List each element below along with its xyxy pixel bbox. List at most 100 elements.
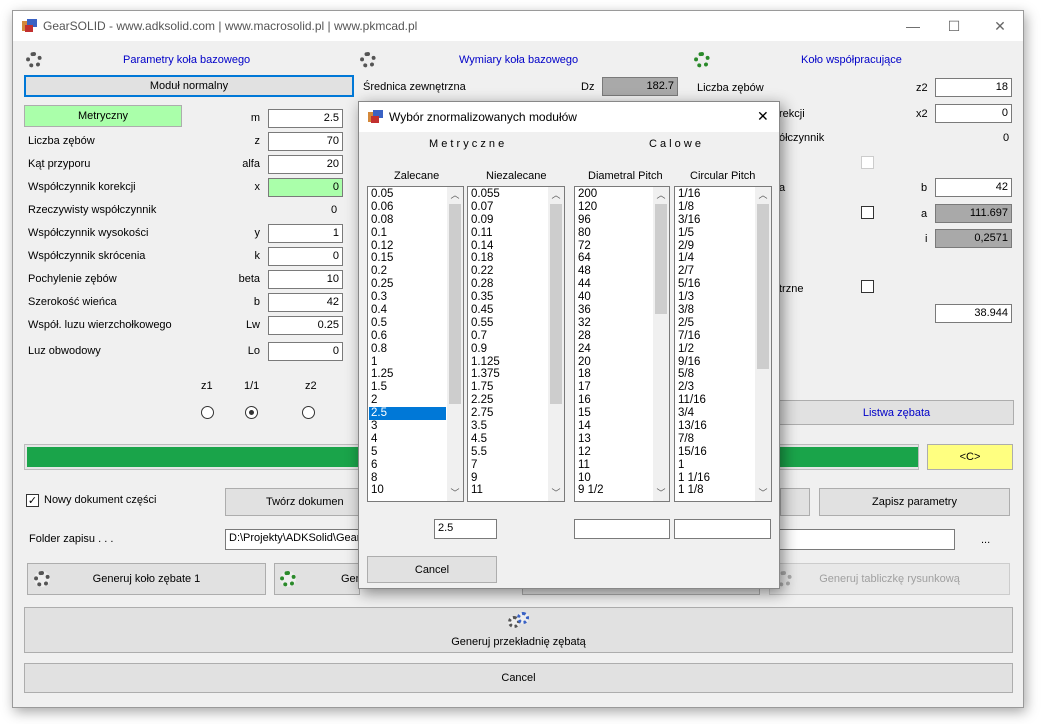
list-item[interactable]: 7 xyxy=(469,459,547,472)
list-item[interactable]: 40 xyxy=(576,291,652,304)
metric-module-input[interactable]: 2.5 xyxy=(434,519,497,539)
param-value[interactable]: 0 xyxy=(268,342,343,361)
list-item[interactable]: 0.11 xyxy=(469,227,547,240)
list-item[interactable]: 9/16 xyxy=(676,356,754,369)
list-item[interactable]: 6 xyxy=(369,459,446,472)
list-item[interactable]: 0.9 xyxy=(469,343,547,356)
list-item[interactable]: 0.35 xyxy=(469,291,547,304)
list-item[interactable]: 1.5 xyxy=(369,381,446,394)
modul-normalny-button[interactable]: Moduł normalny xyxy=(24,75,354,97)
list-item[interactable]: 5/16 xyxy=(676,278,754,291)
list-item[interactable]: 0.6 xyxy=(369,330,446,343)
list-item[interactable]: 0.22 xyxy=(469,265,547,278)
list-item[interactable]: 0.3 xyxy=(369,291,446,304)
list-item[interactable]: 0.55 xyxy=(469,317,547,330)
folder-input[interactable]: D:\Projekty\ADKSolid\Gear xyxy=(225,529,370,550)
list-item[interactable]: 13/16 xyxy=(676,420,754,433)
list-item[interactable]: 0.1 xyxy=(369,227,446,240)
list-item[interactable]: 0.055 xyxy=(469,188,547,201)
list-item[interactable]: 3/16 xyxy=(676,214,754,227)
minimize-button[interactable]: — xyxy=(903,17,923,35)
list-item[interactable]: 44 xyxy=(576,278,652,291)
param-value[interactable]: 20 xyxy=(268,155,343,174)
list-item[interactable]: 0.28 xyxy=(469,278,547,291)
maximize-button[interactable]: ☐ xyxy=(944,17,964,35)
list-item[interactable]: 20 xyxy=(576,356,652,369)
list-item[interactable]: 16 xyxy=(576,394,652,407)
list-item[interactable]: 120 xyxy=(576,201,652,214)
list-item[interactable]: 15 xyxy=(576,407,652,420)
list-item[interactable]: 3/4 xyxy=(676,407,754,420)
zalecane-list[interactable]: 0.05 0.06 0.08 0.1 0.12 0.15 0.2 0.25 0.3 0.4 0.5 0… xyxy=(367,186,464,502)
list-item[interactable]: 0.4 xyxy=(369,304,446,317)
list-item[interactable]: 14 xyxy=(576,420,652,433)
list-item[interactable]: 96 xyxy=(576,214,652,227)
list-item[interactable]: 0.2 xyxy=(369,265,446,278)
close-button[interactable]: ✕ xyxy=(990,17,1010,35)
list-item[interactable]: 1/8 xyxy=(676,201,754,214)
list-item[interactable]: 1/2 xyxy=(676,343,754,356)
dialog-cancel-button[interactable]: Cancel xyxy=(367,556,497,583)
list-item[interactable]: 3.5 xyxy=(469,420,547,433)
list-item[interactable]: 48 xyxy=(576,265,652,278)
list-item[interactable]: 2.5 xyxy=(369,407,446,421)
b-input[interactable]: 42 xyxy=(935,178,1012,197)
c-button[interactable]: <C> xyxy=(927,444,1013,470)
list-item[interactable]: 2/7 xyxy=(676,265,754,278)
internal-checkbox[interactable] xyxy=(861,280,874,293)
list-item[interactable]: 5 xyxy=(369,446,446,459)
list-item[interactable]: 1/16 xyxy=(676,188,754,201)
list-item[interactable]: 4 xyxy=(369,433,446,446)
scrollbar[interactable]: ︿ ﹀ xyxy=(447,187,463,501)
list-item[interactable]: 0.08 xyxy=(369,214,446,227)
list-item[interactable]: 2/9 xyxy=(676,240,754,253)
param-value[interactable]: 42 xyxy=(268,293,343,312)
list-item[interactable]: 0.5 xyxy=(369,317,446,330)
list-item[interactable]: 80 xyxy=(576,227,652,240)
list-item[interactable]: 0.7 xyxy=(469,330,547,343)
list-item[interactable]: 17 xyxy=(576,381,652,394)
cancel-button[interactable]: Cancel xyxy=(24,663,1013,693)
list-item[interactable]: 72 xyxy=(576,240,652,253)
list-item[interactable]: 0.12 xyxy=(369,240,446,253)
param-value[interactable]: 0.25 xyxy=(268,316,343,335)
scrollbar[interactable]: ︿ ﹀ xyxy=(755,187,771,501)
list-item[interactable]: 1 1/8 xyxy=(676,484,754,497)
circular-list[interactable]: 1/16 1/8 3/16 1/5 2/9 1/4 2/7 5/16 1/3 3/8 2/5 7/16… xyxy=(674,186,772,502)
list-item[interactable]: 8 xyxy=(369,472,446,485)
create-document-button[interactable]: Twórz dokumen xyxy=(225,488,365,516)
list-item[interactable]: 0.09 xyxy=(469,214,547,227)
list-item[interactable]: 1 1/16 xyxy=(676,472,754,485)
z2-input[interactable]: 18 xyxy=(935,78,1012,97)
list-item[interactable]: 7/16 xyxy=(676,330,754,343)
niezalecane-list[interactable]: 0.055 0.07 0.09 0.11 0.14 0.18 0.22 0.28 0.35 0.4… xyxy=(467,186,565,502)
list-item[interactable]: 0.06 xyxy=(369,201,446,214)
list-item[interactable]: 10 xyxy=(369,484,446,497)
list-item[interactable]: 2/3 xyxy=(676,381,754,394)
param-value[interactable]: 0 xyxy=(268,178,343,197)
list-item[interactable]: 0.8 xyxy=(369,343,446,356)
list-item[interactable]: 10 xyxy=(576,472,652,485)
list-item[interactable]: 32 xyxy=(576,317,652,330)
list-item[interactable]: 28 xyxy=(576,330,652,343)
list-item[interactable]: 1 xyxy=(676,459,754,472)
scrollbar[interactable]: ︿ ﹀ xyxy=(653,187,669,501)
list-item[interactable]: 3 xyxy=(369,420,446,433)
list-item[interactable]: 9 xyxy=(469,472,547,485)
list-item[interactable]: 1.375 xyxy=(469,368,547,381)
list-item[interactable]: 0.45 xyxy=(469,304,547,317)
generate-gear-1-button[interactable]: Generuj koło zębate 1 xyxy=(27,563,266,595)
list-item[interactable]: 5/8 xyxy=(676,368,754,381)
x2-input[interactable]: 0 xyxy=(935,104,1012,123)
param-value[interactable]: 2.5 xyxy=(268,109,343,128)
list-item[interactable]: 13 xyxy=(576,433,652,446)
list-item[interactable]: 12 xyxy=(576,446,652,459)
list-item[interactable]: 5.5 xyxy=(469,446,547,459)
list-item[interactable]: 0.05 xyxy=(369,188,446,201)
list-item[interactable]: 1 xyxy=(369,356,446,369)
dialog-close-button[interactable]: ✕ xyxy=(757,108,769,125)
list-item[interactable]: 18 xyxy=(576,368,652,381)
radio-z1[interactable] xyxy=(201,406,214,419)
radio-z2[interactable] xyxy=(302,406,315,419)
list-item[interactable]: 0.15 xyxy=(369,252,446,265)
